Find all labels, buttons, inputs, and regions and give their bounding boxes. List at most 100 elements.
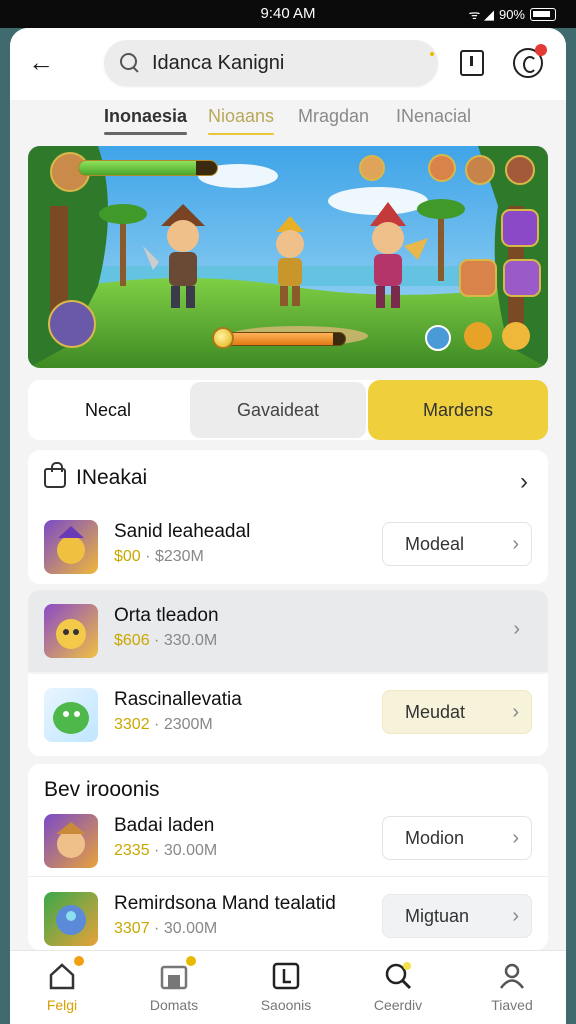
game-banner[interactable] [28,146,548,368]
coin-icon[interactable] [513,44,547,78]
tab-label: Nioaans [208,106,275,126]
game-thumbnail [44,604,98,658]
category-tabs: Inonaesia Nioaans Mragdan INenacial [10,100,566,140]
character-icon [57,526,85,564]
section-card-recommended: Bev irooonis Badai laden 2335 · 30.00M M… [28,764,548,950]
item-price: 2335 [114,842,150,859]
item-price: 3307 [114,920,150,937]
meta-separator: · [154,632,160,649]
list-item[interactable]: Rascinallevatia 3302 · 2300M Meudat › [28,676,548,752]
game-thumbnail [44,688,98,742]
signal-icon: ᯤ ◢ [468,7,494,22]
item-meta: 3307 · 30.00M [114,920,217,938]
nav-label: Ceerdiv [373,997,423,1013]
battery-icon [530,7,556,21]
creature-icon [56,905,86,935]
item-action-label: Modion [405,827,465,848]
search-indicator-dot [430,52,434,56]
section-card-bottom: Rascinallevatia 3302 · 2300M Meudat › [28,674,548,756]
list-item-highlighted[interactable]: Orta tleadon $606 · 330.0M › [28,590,548,672]
battery-percent: 90% [498,6,525,22]
health-bar [78,160,218,176]
item-action-label: Migtuan [405,905,470,926]
tab-inenacial[interactable]: INenacial [396,106,471,127]
item-action-button[interactable]: Meudat › [382,690,532,734]
item-name: Remirdsona Mand tealatid [114,893,336,914]
power-orb-icon [212,327,234,349]
list-item[interactable]: Badai laden 2335 · 30.00M Modion › [28,802,548,878]
power-fill [223,333,333,345]
item-amount: 30.00M [163,842,218,859]
list-item[interactable]: Sanid leaheadal $00 · $230M Modeal › [28,508,548,584]
item-name: Rascinallevatia [114,689,242,710]
chevron-right-icon[interactable]: › [513,618,520,641]
nav-domats[interactable]: Domats [124,955,224,1013]
back-arrow-icon[interactable]: ← [28,48,58,78]
item-action-button[interactable]: Modion › [382,816,532,860]
search-input[interactable]: Idanca Kanigni [104,40,438,86]
item-price: 3302 [114,716,150,733]
list-item[interactable]: Remirdsona Mand tealatid 3307 · 30.00M M… [28,880,548,956]
character-icon [56,619,86,649]
item-price: $00 [114,548,141,565]
meta-separator: · [154,920,160,937]
app-screen: ← Idanca Kanigni Inonaesia Nioaans Mragd… [10,28,566,1024]
health-fill [79,161,197,175]
search-icon [120,53,140,73]
top-bar: ← Idanca Kanigni [10,28,566,100]
list-item[interactable]: Orta tleadon $606 · 330.0M › [28,592,548,668]
notification-dot [73,955,85,967]
item-meta: $00 · $230M [114,548,204,566]
chevron-right-icon: › [512,905,519,927]
item-amount: 330.0M [163,632,218,649]
item-price: $606 [114,632,150,649]
section-title: Bev irooonis [44,778,160,801]
section-chevron-right-icon[interactable]: › [520,468,528,496]
bookmark-icon[interactable] [460,50,484,76]
item-action-label: Modeal [405,533,465,554]
game-thumbnail [44,892,98,946]
nav-profile[interactable]: Tiaved [462,961,562,1013]
segmented-control: Necal Gavaideat Mardens [28,380,548,440]
meta-separator: · [154,842,160,859]
item-meta: 2335 · 30.00M [114,842,217,860]
item-meta: $606 · 330.0M [114,632,217,650]
tab-underline [104,132,188,135]
nav-label: Tiaved [491,997,533,1013]
meta-separator: · [145,548,151,565]
nav-ceerdiv[interactable]: Ceerdiv [348,961,448,1013]
item-action-label: Meudat [405,701,466,722]
chevron-right-icon: › [512,533,519,555]
nav-label: Felgi [46,997,78,1013]
nav-saoonis[interactable]: Saoonis [236,961,336,1013]
home-icon [47,955,85,991]
notification-dot [185,955,197,967]
item-name: Badai laden [114,815,215,836]
item-action-button[interactable]: Modeal › [382,522,532,566]
store-icon [159,955,197,991]
tab-inonaesia[interactable]: Inonaesia [104,106,188,135]
lock-icon [44,462,66,488]
status-icons: ᯤ ◢ 90% [468,5,556,23]
character-icon [56,822,86,858]
hero-portrait-avatar[interactable] [48,300,96,348]
segment-gavaideat[interactable]: Gavaideat [190,382,366,438]
nav-home[interactable]: Felgi [12,955,112,1013]
person-icon [497,961,527,991]
item-amount: 2300M [163,716,213,733]
segment-mardens[interactable]: Mardens [368,380,548,440]
tab-label: Inonaesia [104,106,188,126]
list-divider [28,876,548,877]
tab-nioaans[interactable]: Nioaans [208,106,275,135]
meta-separator: · [154,716,160,733]
nav-label: Saoonis [260,997,312,1013]
item-name: Sanid leaheadal [114,521,251,542]
game-thumbnail [44,814,98,868]
chevron-right-icon: › [512,701,519,723]
item-action-button[interactable]: Migtuan › [382,894,532,938]
item-meta: 3302 · 2300M [114,716,213,734]
tab-mragdan[interactable]: Mragdan [298,106,369,127]
tab-underline [208,133,275,135]
segment-necal[interactable]: Necal [28,382,188,438]
power-bar [222,332,346,346]
